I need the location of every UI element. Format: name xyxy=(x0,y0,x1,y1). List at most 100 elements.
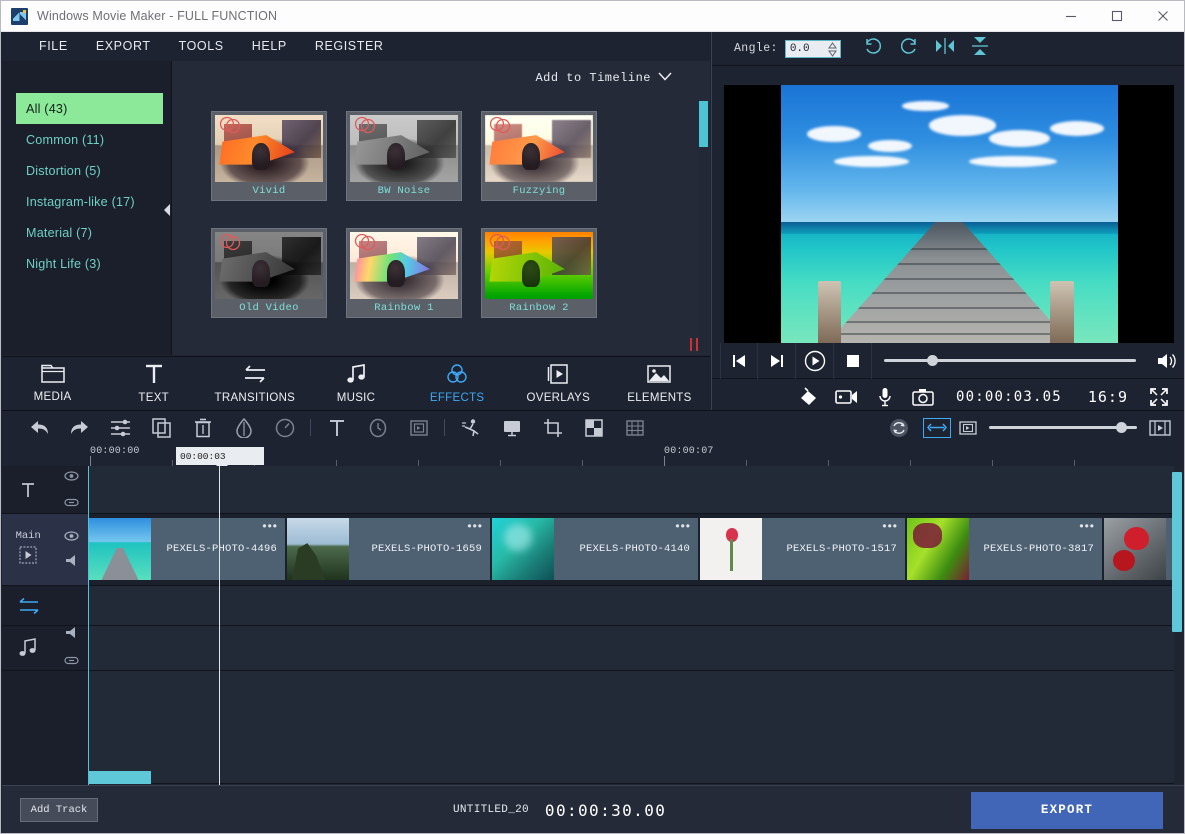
aspect-ratio-indicator[interactable]: 16:9 xyxy=(1076,388,1140,406)
play-button[interactable] xyxy=(796,343,834,379)
effect-item-rainbow-2[interactable]: Rainbow 2 xyxy=(481,228,597,318)
tab-elements[interactable]: ELEMENTS xyxy=(609,357,710,411)
timeline-clip[interactable] xyxy=(1104,518,1174,580)
timeline-clip[interactable]: PEXELS-PHOTO-1659 ••• xyxy=(287,518,492,580)
rotate-right-icon[interactable] xyxy=(899,36,919,61)
clip-menu-icon[interactable]: ••• xyxy=(1079,522,1095,530)
timeline-clip[interactable]: PEXELS-PHOTO-1517 ••• xyxy=(700,518,907,580)
zoom-out-frames-icon[interactable] xyxy=(955,411,981,445)
duplicate-icon[interactable] xyxy=(141,411,182,445)
flip-vertical-icon[interactable] xyxy=(971,36,989,61)
playhead-line[interactable] xyxy=(219,466,220,785)
angle-stepper[interactable] xyxy=(828,42,837,57)
effect-item-old-video[interactable]: Old Video xyxy=(211,228,327,318)
speaker-icon[interactable] xyxy=(65,626,78,644)
timeline-ruler[interactable]: 00:00:00 00:00:07 00:00:14 00:00:21 00:0… xyxy=(2,444,1185,466)
category-item-night-life[interactable]: Night Life (3) xyxy=(16,248,163,279)
maximize-button[interactable] xyxy=(1094,1,1140,32)
timeline-clip[interactable]: PEXELS-PHOTO-4140 ••• xyxy=(492,518,700,580)
effect-item-bw-noise[interactable]: BW Noise xyxy=(346,111,462,201)
film-strip-icon[interactable] xyxy=(398,411,439,445)
tab-media[interactable]: MEDIA xyxy=(2,357,103,411)
export-button[interactable]: EXPORT xyxy=(971,792,1163,829)
link-icon[interactable] xyxy=(64,494,79,512)
menu-item-export[interactable]: EXPORT xyxy=(82,32,165,61)
delete-trash-icon[interactable] xyxy=(182,411,223,445)
timeline-zoom-slider[interactable] xyxy=(989,411,1137,445)
volume-icon[interactable] xyxy=(1148,343,1185,379)
tab-overlays[interactable]: OVERLAYS xyxy=(508,357,609,411)
lane-transition[interactable] xyxy=(89,586,1174,626)
menu-item-register[interactable]: REGISTER xyxy=(301,32,398,61)
snapshot-camera-icon[interactable] xyxy=(904,379,942,414)
microphone-icon[interactable] xyxy=(866,379,904,414)
zoom-in-frames-icon[interactable] xyxy=(1145,411,1175,445)
add-to-timeline-dropdown[interactable]: Add to Timeline xyxy=(535,71,672,85)
record-video-icon[interactable] xyxy=(828,379,866,414)
skip-next-icon[interactable] xyxy=(758,343,796,379)
fullscreen-icon[interactable] xyxy=(1140,379,1178,414)
category-item-material[interactable]: Material (7) xyxy=(16,217,163,248)
tab-text[interactable]: TEXT xyxy=(103,357,204,411)
chevron-left-icon[interactable] xyxy=(162,201,172,219)
timeline-horizontal-scrollbar[interactable] xyxy=(89,771,151,784)
undo-icon[interactable] xyxy=(18,411,59,445)
category-item-common[interactable]: Common (11) xyxy=(16,124,163,155)
adjust-sliders-icon[interactable] xyxy=(100,411,141,445)
add-track-button[interactable]: Add Track xyxy=(20,798,98,822)
close-button[interactable] xyxy=(1140,1,1185,32)
menu-item-help[interactable]: HELP xyxy=(238,32,301,61)
eye-icon[interactable] xyxy=(64,528,79,546)
duration-clock-icon[interactable] xyxy=(357,411,398,445)
playhead-time-flag[interactable]: 00:00:03 xyxy=(176,447,264,465)
timeline-clip[interactable]: PEXELS-PHOTO-4496 ••• xyxy=(89,518,287,580)
lane-empty[interactable] xyxy=(89,671,1174,784)
speaker-icon[interactable] xyxy=(65,554,78,572)
angle-input[interactable]: 0.0 xyxy=(785,40,841,58)
skip-previous-icon[interactable] xyxy=(720,343,758,379)
clip-menu-icon[interactable]: ••• xyxy=(262,522,278,530)
category-item-instagram-like[interactable]: Instagram-like (17) xyxy=(16,186,163,217)
screen-icon[interactable] xyxy=(491,411,532,445)
eye-icon[interactable] xyxy=(64,468,79,486)
crop-icon[interactable] xyxy=(532,411,573,445)
rotate-left-icon[interactable] xyxy=(863,36,883,61)
fit-to-window-button[interactable] xyxy=(923,418,951,438)
menu-item-tools[interactable]: TOOLS xyxy=(165,32,238,61)
lane-main[interactable]: PEXELS-PHOTO-4496 ••• PEXELS-PHOTO-1659 … xyxy=(89,514,1174,586)
tab-music[interactable]: MUSIC xyxy=(305,357,406,411)
color-drop-icon[interactable] xyxy=(223,411,264,445)
motion-person-icon[interactable] xyxy=(450,411,491,445)
preview-stage[interactable] xyxy=(724,85,1174,343)
timeline-clip[interactable]: PEXELS-PHOTO-3817 ••• xyxy=(907,518,1104,580)
track-header-main[interactable]: Main xyxy=(2,514,88,586)
track-header-music[interactable] xyxy=(2,626,88,671)
preview-seek-slider[interactable] xyxy=(872,343,1148,379)
redo-icon[interactable] xyxy=(59,411,100,445)
track-header-transition[interactable] xyxy=(2,586,88,626)
grid-tile-icon[interactable] xyxy=(614,411,655,445)
menu-item-file[interactable]: FILE xyxy=(25,32,82,61)
clip-menu-icon[interactable]: ••• xyxy=(882,522,898,530)
timeline-vertical-scrollbar[interactable] xyxy=(1172,472,1182,632)
color-fill-icon[interactable] xyxy=(790,379,828,414)
flip-horizontal-icon[interactable] xyxy=(935,37,955,60)
effects-scrollbar-thumb[interactable] xyxy=(699,101,708,147)
lane-text[interactable] xyxy=(89,466,1174,514)
category-item-distortion[interactable]: Distortion (5) xyxy=(16,155,163,186)
clip-menu-icon[interactable]: ••• xyxy=(675,522,691,530)
track-header-text[interactable] xyxy=(2,466,88,514)
mosaic-icon[interactable] xyxy=(573,411,614,445)
effect-item-fuzzying[interactable]: Fuzzying xyxy=(481,111,597,201)
link-icon[interactable] xyxy=(64,652,79,670)
effect-item-rainbow-1[interactable]: Rainbow 1 xyxy=(346,228,462,318)
effect-item-vivid[interactable]: Vivid xyxy=(211,111,327,201)
tab-transitions[interactable]: TRANSITIONS xyxy=(204,357,305,411)
speed-gauge-icon[interactable] xyxy=(264,411,305,445)
refresh-render-icon[interactable] xyxy=(878,411,919,445)
clip-menu-icon[interactable]: ••• xyxy=(467,522,483,530)
category-item-all[interactable]: All (43) xyxy=(16,93,163,124)
tab-effects[interactable]: EFFECTS xyxy=(407,357,508,411)
text-t-icon[interactable] xyxy=(316,411,357,445)
lane-music[interactable] xyxy=(89,626,1174,671)
